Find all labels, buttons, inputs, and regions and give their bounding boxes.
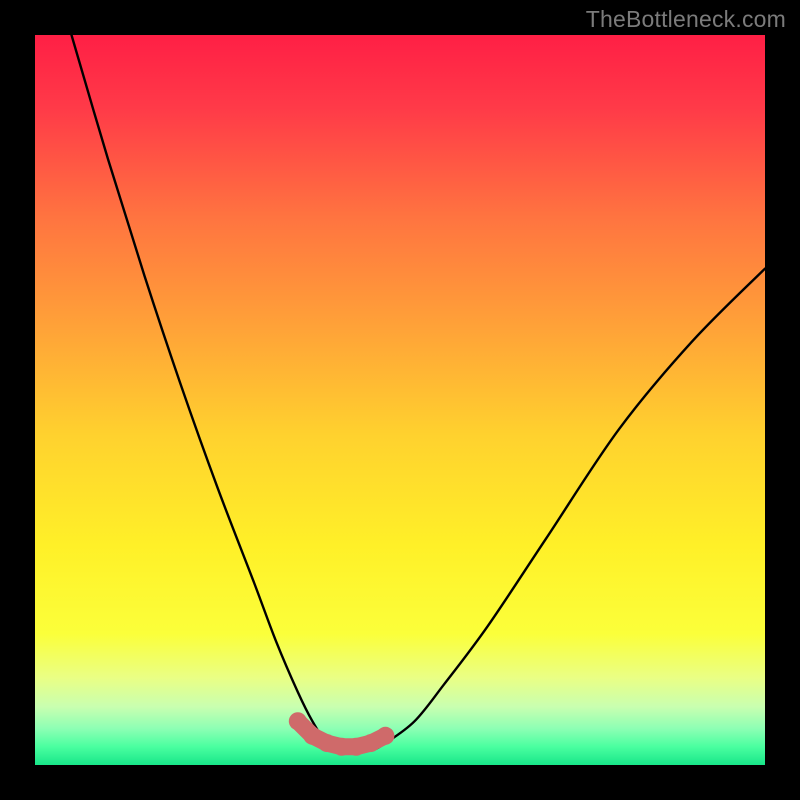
bottleneck-curve [72,35,766,751]
watermark-text: TheBottleneck.com [586,6,786,33]
curve-layer [35,35,765,765]
valley-marker-dot [289,712,307,730]
optimal-range-markers [289,712,395,756]
chart-frame: TheBottleneck.com [0,0,800,800]
plot-area [35,35,765,765]
valley-marker-dot [376,727,394,745]
